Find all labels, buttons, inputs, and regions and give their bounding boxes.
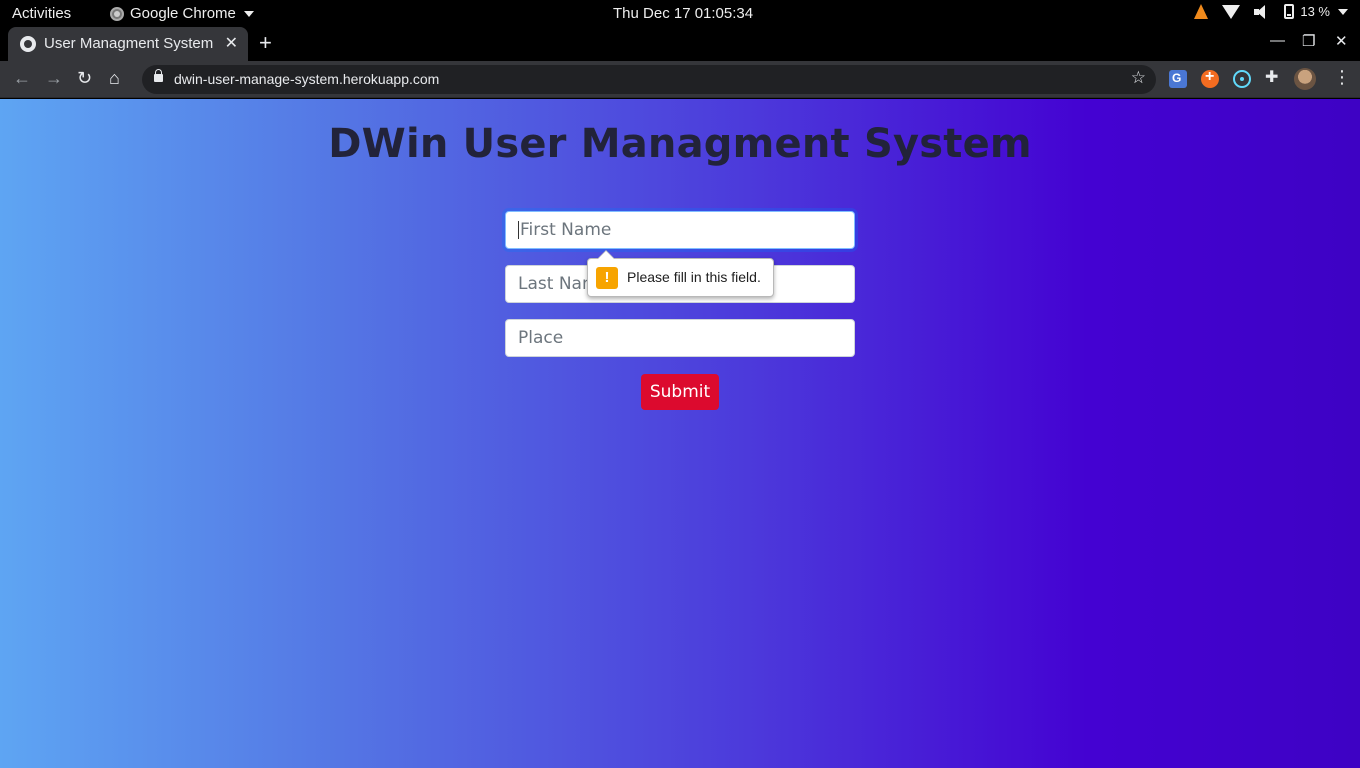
app-menu[interactable]: Google Chrome [110,5,254,22]
volume-icon [1254,4,1270,19]
extension-plus-icon[interactable] [1201,68,1219,88]
react-devtools-icon[interactable] [1233,70,1251,88]
page-content: DWin User Managment System First Name La… [0,99,1360,768]
app-menu-label: Google Chrome [130,5,236,22]
activities-button[interactable]: Activities [12,5,71,22]
bookmark-star-icon[interactable]: ☆ [1131,68,1146,88]
tab-strip: User Managment System ✕ + — ❐ ✕ [0,27,1360,61]
forward-icon[interactable]: → [45,68,63,88]
home-icon[interactable]: ⌂ [109,68,120,88]
vlc-icon[interactable] [1194,4,1209,19]
address-bar[interactable]: dwin-user-manage-system.herokuapp.com ☆ [142,65,1156,94]
tab-close-icon[interactable]: ✕ [225,33,238,53]
battery-percent: 13 % [1300,4,1330,19]
first-name-input[interactable]: First Name [505,211,855,249]
extensions-puzzle-icon[interactable]: ✚ [1265,67,1283,86]
back-icon[interactable]: ← [13,68,31,88]
window-close-icon[interactable]: ✕ [1335,32,1348,50]
lock-icon[interactable] [154,69,163,82]
site-favicon-icon [20,36,36,52]
system-tray[interactable]: 13 % [1194,4,1348,19]
validation-tooltip: ! Please fill in this field. [587,250,774,297]
system-top-bar: Activities Google Chrome Thu Dec 17 01:0… [0,0,1360,27]
first-name-placeholder: First Name [520,220,612,240]
warning-icon: ! [596,267,618,289]
caret-down-icon [243,10,254,17]
chrome-menu-icon[interactable]: ⋮ [1333,66,1351,88]
google-translate-extension-icon[interactable] [1169,70,1187,88]
place-placeholder: Place [518,328,564,348]
browser-tab[interactable]: User Managment System ✕ [8,27,248,61]
caret-down-icon [1338,8,1348,15]
clock[interactable]: Thu Dec 17 01:05:34 [613,5,753,22]
browser-toolbar: ← → ↻ ⌂ dwin-user-manage-system.herokuap… [0,61,1360,98]
wifi-icon [1222,4,1241,19]
battery-icon [1284,4,1295,19]
minimize-icon[interactable]: — [1270,32,1285,49]
text-cursor [518,221,519,239]
chrome-icon [110,6,124,21]
page-title: DWin User Managment System [328,121,1032,167]
submit-button[interactable]: Submit [641,374,719,410]
profile-avatar[interactable] [1294,68,1316,90]
tab-title: User Managment System [44,35,214,52]
place-input[interactable]: Place [505,319,855,357]
url-text[interactable]: dwin-user-manage-system.herokuapp.com [174,71,439,87]
new-tab-icon[interactable]: + [259,31,272,55]
restore-icon[interactable]: ❐ [1302,32,1315,50]
validation-message: Please fill in this field. [627,269,761,285]
reload-icon[interactable]: ↻ [77,68,92,88]
